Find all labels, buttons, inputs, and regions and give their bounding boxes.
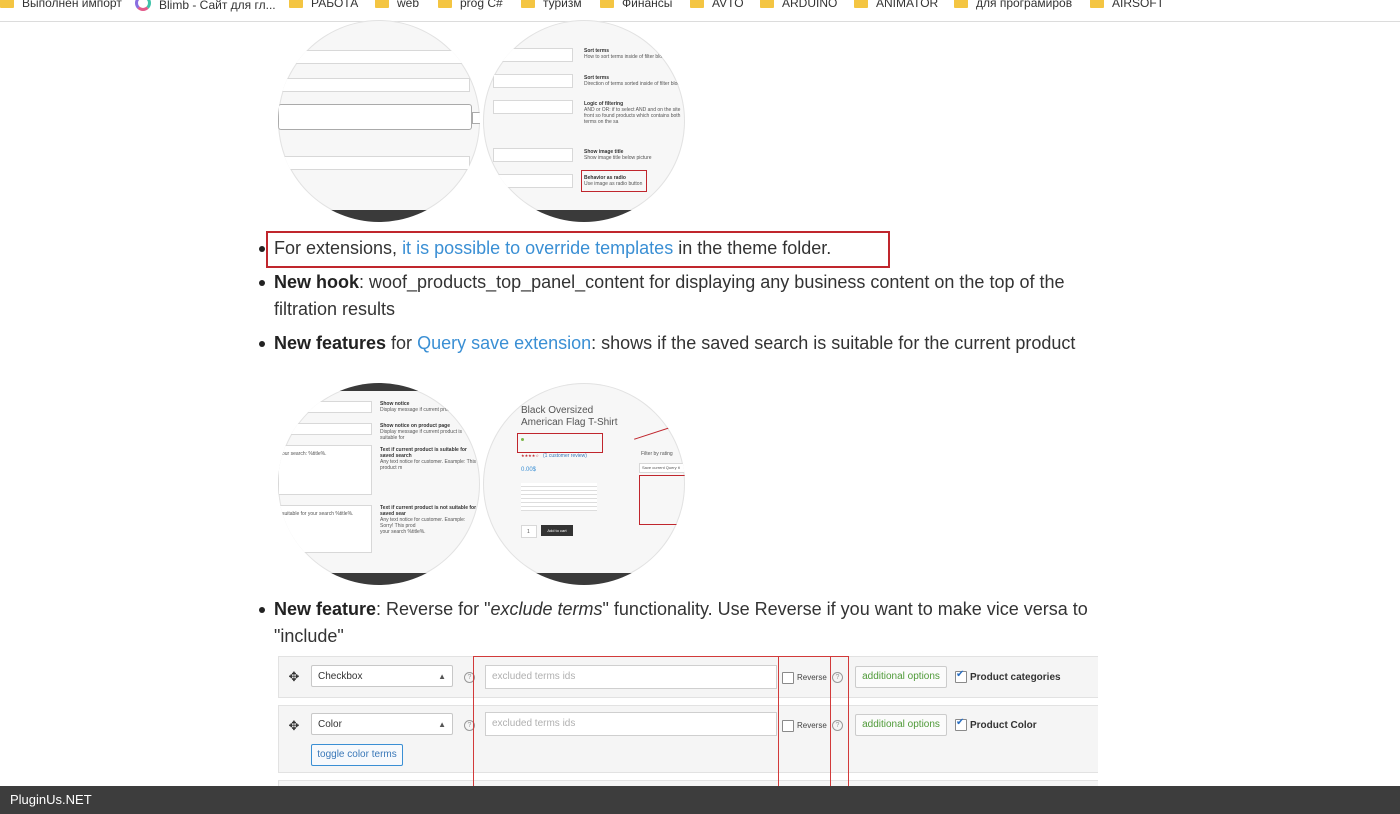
select-arrows-icon: ▲ (438, 720, 446, 729)
screenshot-circle-product-page: Black Oversized American Flag T-Shirt ★★… (483, 383, 685, 585)
screenshot-circle-settings-left (278, 20, 480, 222)
drag-handle-icon[interactable]: ✥ (287, 719, 301, 733)
bullet-icon (259, 341, 265, 347)
override-templates-link[interactable]: it is possible to override templates (402, 238, 673, 258)
blimb-logo-icon (135, 0, 151, 11)
additional-options-button[interactable]: additional options (855, 666, 947, 688)
select-arrows-icon: ▲ (438, 672, 446, 681)
folder-icon (289, 0, 303, 8)
bookmark-finance[interactable]: Финансы (600, 0, 672, 11)
status-bar-text: PluginUs.NET (10, 792, 92, 807)
bookmark-programmers[interactable]: для програмиров (954, 0, 1072, 11)
bookmark-imported[interactable]: Выполнен импорт (0, 0, 122, 11)
woof-filter-settings-screenshot: ✥ Checkbox ▲ ? excluded terms ids Reverse… (278, 656, 1098, 786)
filter-type-select[interactable]: Color ▲ (311, 713, 453, 735)
bookmark-rabota[interactable]: РАБОТА (289, 0, 358, 11)
list-item-reverse: New feature: Reverse for "exclude terms"… (259, 596, 1104, 650)
folder-icon (600, 0, 614, 8)
folder-icon (954, 0, 968, 8)
bookmark-animator[interactable]: ANIMATOR (854, 0, 938, 11)
folder-icon (1090, 0, 1104, 8)
bullet-icon (259, 280, 265, 286)
folder-icon (0, 0, 14, 8)
bookmark-arduino[interactable]: ARDUINO (760, 0, 837, 11)
toggle-color-terms-button[interactable]: toggle color terms (311, 744, 403, 766)
status-bar: PluginUs.NET (0, 786, 1400, 814)
product-categories-checkbox[interactable] (955, 669, 967, 683)
filter-type-select[interactable]: Checkbox ▲ (311, 665, 453, 687)
list-item-query-save: New features for Query save extension: s… (259, 330, 1104, 357)
bookmark-prog-csharp[interactable]: prog C# (438, 0, 503, 11)
bookmark-tourism[interactable]: туризм (521, 0, 582, 11)
bullet-icon (259, 246, 265, 252)
screenshot-circle-settings-right: Sort terms How to sort terms inside of fi… (483, 20, 685, 222)
folder-icon (438, 0, 452, 8)
highlight-reverse (778, 656, 831, 786)
list-item-new-hook: New hook: woof_products_top_panel_conten… (259, 269, 1114, 323)
drag-handle-icon[interactable]: ✥ (287, 670, 301, 684)
folder-icon (375, 0, 389, 8)
folder-icon (690, 0, 704, 8)
folder-icon (854, 0, 868, 8)
bullet-icon (259, 607, 265, 613)
folder-icon (521, 0, 535, 8)
query-save-extension-link[interactable]: Query save extension (417, 333, 591, 353)
highlight-notice (517, 433, 603, 453)
screenshot-circle-query-save-settings: Show notice Display message if current pr… (278, 383, 480, 585)
bookmark-blimb[interactable]: Blimb - Сайт для гл... (135, 0, 276, 12)
bookmark-avto[interactable]: AVTO (690, 0, 744, 11)
bookmark-web[interactable]: web (375, 0, 419, 11)
list-item-override-templates: For extensions, it is possible to overri… (259, 235, 1104, 262)
bookmarks-bar: Выполнен импорт Blimb - Сайт для гл... Р… (0, 0, 1400, 22)
folder-icon (760, 0, 774, 8)
bookmark-airsoft[interactable]: AIRSOFT (1090, 0, 1164, 11)
additional-options-button[interactable]: additional options (855, 714, 947, 736)
product-color-checkbox[interactable] (955, 717, 967, 731)
